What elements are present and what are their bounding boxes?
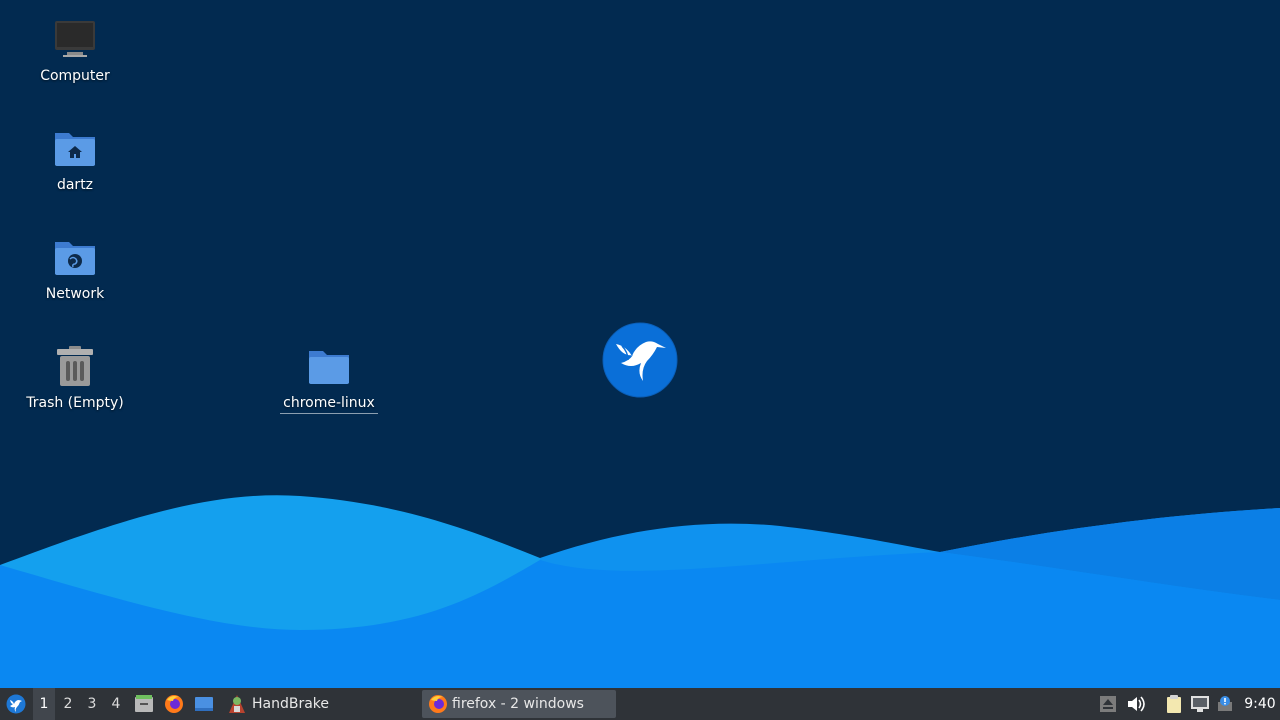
desktop-icon-home-folder[interactable]: dartz [20,127,130,195]
desktop-icon-label: Network [45,286,105,302]
eject-button[interactable] [1096,688,1120,720]
show-desktop-button[interactable] [192,688,216,720]
task-label: firefox - 2 windows [452,696,584,712]
desktop-icon-label: Computer [40,68,110,84]
desktop-icon-chrome-linux-folder[interactable]: chrome-linux [274,345,384,414]
volume-icon [1128,696,1145,712]
desktop-icon-label: Trash (Empty) [26,395,124,411]
clock[interactable]: 9:40 [1242,688,1278,720]
hummingbird-logo-icon [602,322,678,398]
handbrake-icon [229,695,245,713]
firefox-launcher[interactable] [162,688,186,720]
taskbar: 1 2 3 4 HandBrake firefox - 2 windows 9:… [0,688,1280,720]
home-folder-icon [55,133,95,166]
file-manager-launcher[interactable] [132,688,156,720]
firefox-icon [429,695,447,713]
start-menu-icon [6,694,26,714]
task-label: HandBrake [252,696,330,712]
clipboard-icon [1167,695,1181,713]
desktop-icon-trash[interactable]: Trash (Empty) [20,345,130,413]
workspace-3[interactable]: 3 [81,688,103,720]
task-firefox[interactable]: firefox - 2 windows [422,690,616,718]
desktop-icon-computer[interactable]: Computer [20,18,130,86]
volume-button[interactable] [1124,688,1148,720]
network-wired-icon [1191,696,1209,712]
computer-icon [55,21,95,57]
firefox-icon [165,695,183,713]
desktop-icon-network[interactable]: Network [20,236,130,304]
update-notifier-button[interactable] [1214,688,1238,720]
desktop-icon-label: chrome-linux [280,393,378,414]
workspace-1[interactable]: 1 [33,688,55,720]
folder-icon [309,351,349,384]
workspace-2[interactable]: 2 [57,688,79,720]
start-menu-button[interactable] [4,688,28,720]
clipboard-button[interactable] [1162,688,1186,720]
network-button[interactable] [1188,688,1212,720]
network-folder-icon [55,242,95,275]
workspace-4[interactable]: 4 [105,688,127,720]
eject-icon [1100,696,1116,712]
task-handbrake[interactable]: HandBrake [220,688,416,720]
file-manager-icon [135,695,153,712]
show-desktop-icon [195,697,213,711]
update-notifier-icon [1218,696,1232,711]
desktop-icon-label: dartz [56,177,94,193]
trash-icon [57,346,93,386]
